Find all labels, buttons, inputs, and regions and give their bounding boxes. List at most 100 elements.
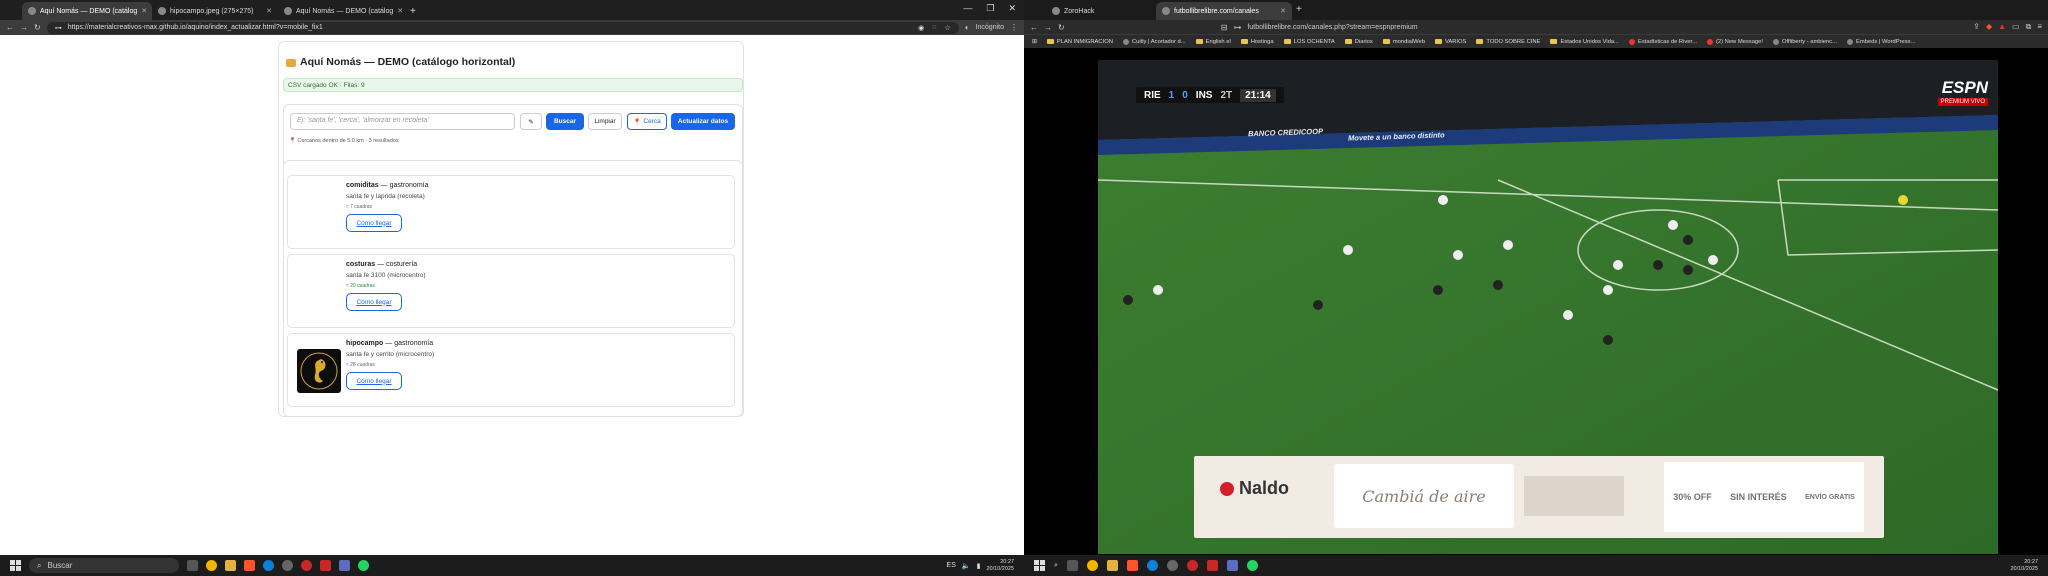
- entry-distance: ≈ 20 cuadras: [346, 283, 375, 289]
- near-button-label: Cerca: [643, 118, 661, 125]
- chrome-icon[interactable]: [206, 560, 217, 571]
- menu-icon[interactable]: ≡: [2037, 22, 2042, 32]
- bookmark-item[interactable]: mondialWeb: [1382, 39, 1425, 45]
- pdf-reader-icon[interactable]: [1206, 560, 1218, 571]
- tab-futbollibre[interactable]: futbollibrelibre.com/canales ✕: [1156, 2, 1292, 20]
- tab-close-icon[interactable]: ✕: [266, 7, 272, 15]
- directions-button[interactable]: Cómo llegar: [346, 214, 402, 232]
- minimize-icon[interactable]: —: [963, 3, 972, 14]
- menu-icon[interactable]: ⋮: [1010, 23, 1018, 32]
- bookmark-item[interactable]: Estadísticas de River...: [1628, 38, 1697, 45]
- whatsapp-icon[interactable]: [1246, 560, 1258, 571]
- network-icon[interactable]: ▮: [977, 562, 981, 570]
- clear-button[interactable]: Limpiar: [588, 113, 622, 130]
- ad-brand-name: Naldo: [1239, 478, 1290, 498]
- file-explorer-icon[interactable]: [1106, 560, 1118, 571]
- back-icon[interactable]: ←: [1030, 23, 1038, 32]
- opera-icon[interactable]: [1186, 560, 1198, 571]
- bookmark-item[interactable]: Estados Unidos Vida...: [1550, 39, 1619, 45]
- address-bar[interactable]: ⊶ https://materialcreativos-max.github.i…: [46, 21, 959, 34]
- whatsapp-icon[interactable]: [358, 560, 369, 571]
- brave-shield-icon[interactable]: ◆: [1986, 22, 1992, 32]
- apps-grid-icon[interactable]: ⊞: [1032, 39, 1037, 45]
- bookmark-item[interactable]: English el: [1195, 39, 1231, 45]
- sidebar-icon[interactable]: ▭: [2012, 22, 2020, 32]
- task-view-icon[interactable]: [187, 560, 198, 571]
- advertisement-banner[interactable]: Naldo Cambiá de aire 30% OFF SIN INTERÉS…: [1194, 456, 1884, 538]
- pencil-button[interactable]: ✎: [520, 113, 542, 130]
- directions-button[interactable]: Cómo llegar: [346, 372, 402, 390]
- tab-close-icon[interactable]: ✕: [1280, 7, 1286, 15]
- share-icon[interactable]: ⇪: [1973, 22, 1980, 32]
- bookmark-item[interactable]: Offliberty - ambienc...: [1773, 38, 1837, 45]
- search-input[interactable]: Ej: 'santa fe', 'cerca', 'almorzar en re…: [290, 113, 515, 130]
- search-button[interactable]: Buscar: [546, 113, 584, 130]
- brave-icon[interactable]: [1126, 560, 1138, 571]
- opera-icon[interactable]: [301, 560, 312, 571]
- update-data-button[interactable]: Actualizar datos: [671, 113, 735, 130]
- back-icon[interactable]: ←: [6, 23, 14, 32]
- video-player[interactable]: RIE 1 0 INS 2T 21:14 BANCO CREDICOOP Mov…: [1098, 60, 1998, 554]
- incognito-label: Incógnito: [975, 24, 1004, 31]
- tab-hipocampo-image[interactable]: hipocampo.jpeg (275×275) ✕: [152, 2, 278, 20]
- site-info-icon[interactable]: ⊶: [55, 24, 62, 32]
- bookmark-item[interactable]: VARIOS: [1434, 39, 1466, 45]
- tab-zorohack[interactable]: ZoroHack: [1046, 2, 1166, 20]
- settings-icon[interactable]: [282, 560, 293, 571]
- tab-close-icon[interactable]: ✕: [397, 7, 403, 15]
- pdf-reader-icon[interactable]: [320, 560, 331, 571]
- language-indicator[interactable]: ES: [947, 562, 956, 569]
- entry-category: costurería: [386, 261, 418, 268]
- directions-button[interactable]: Cómo llegar: [346, 293, 402, 311]
- close-window-icon[interactable]: ✕: [1008, 3, 1016, 14]
- bookmark-item[interactable]: PLAN INMIGRACION: [1046, 39, 1113, 45]
- brave-rewards-icon[interactable]: ▲: [1998, 22, 2006, 32]
- tab-aqui-nomas-2[interactable]: Aquí Nomás — DEMO (catálog ✕: [278, 2, 404, 20]
- url-text[interactable]: futbollibrelibre.com/canales.php?stream=…: [1247, 24, 1417, 31]
- windows-start-icon[interactable]: [10, 560, 21, 571]
- search-icon[interactable]: ⌕: [1054, 562, 1058, 570]
- new-tab-button[interactable]: +: [404, 2, 422, 20]
- tab-title: Aquí Nomás — DEMO (catálog: [40, 7, 138, 15]
- reload-icon[interactable]: ↻: [1058, 23, 1065, 32]
- forward-icon[interactable]: →: [1044, 23, 1052, 32]
- bookmark-item[interactable]: (2) New Message!: [1706, 38, 1763, 45]
- chrome-icon[interactable]: [1086, 560, 1098, 571]
- windows-start-icon[interactable]: [1034, 560, 1045, 571]
- edge-icon[interactable]: [1146, 560, 1158, 571]
- eye-off-icon[interactable]: ◌: [932, 24, 936, 32]
- bookmark-item[interactable]: Embeds | WordPress...: [1846, 38, 1915, 45]
- bookmark-star-icon[interactable]: ☆: [944, 24, 950, 32]
- tab-close-icon[interactable]: ✕: [141, 7, 147, 15]
- brave-icon[interactable]: [244, 560, 255, 571]
- list-item: costuras — costurería santa fe 3100 (mic…: [287, 254, 735, 328]
- store-icon[interactable]: [339, 560, 350, 571]
- settings-icon[interactable]: [1166, 560, 1178, 571]
- bookmark-item[interactable]: Diarios: [1344, 39, 1373, 45]
- new-tab-button[interactable]: +: [1296, 4, 1302, 15]
- store-icon[interactable]: [1226, 560, 1238, 571]
- location-icon[interactable]: ◉: [918, 24, 924, 32]
- incognito-icon: ◐: [964, 23, 970, 32]
- bookmark-item[interactable]: Cuitly | Acortador d...: [1122, 38, 1186, 45]
- tab-favicon-icon: [1052, 7, 1060, 15]
- file-explorer-icon[interactable]: [225, 560, 236, 571]
- taskbar-search-input[interactable]: ⌕ Buscar: [29, 558, 179, 573]
- task-view-icon[interactable]: [1066, 560, 1078, 571]
- bookmark-item[interactable]: LOS OCHENTA: [1283, 39, 1335, 45]
- tab-aqui-nomas[interactable]: Aquí Nomás — DEMO (catálog ✕: [22, 2, 152, 20]
- clock[interactable]: 20:27 20/10/2025: [2010, 559, 2038, 573]
- channel-logo: ESPN PREMIUM VIVO: [1937, 78, 1988, 106]
- reload-icon[interactable]: ↻: [34, 23, 41, 32]
- near-button[interactable]: 📍 Cerca: [627, 113, 667, 130]
- bookmark-icon[interactable]: ⊟: [1221, 23, 1228, 32]
- site-info-icon[interactable]: ⊶: [1233, 23, 1241, 32]
- clock[interactable]: 20:27 20/10/2025: [986, 559, 1014, 573]
- bookmark-item[interactable]: TODO SOBRE CINE: [1476, 39, 1540, 45]
- edge-icon[interactable]: [263, 560, 274, 571]
- maximize-icon[interactable]: ❐: [986, 3, 994, 14]
- volume-icon[interactable]: 🔈: [962, 562, 971, 570]
- extensions-icon[interactable]: ⧉: [2026, 22, 2032, 32]
- forward-icon[interactable]: →: [20, 23, 28, 32]
- bookmark-item[interactable]: Hostinga: [1240, 39, 1274, 45]
